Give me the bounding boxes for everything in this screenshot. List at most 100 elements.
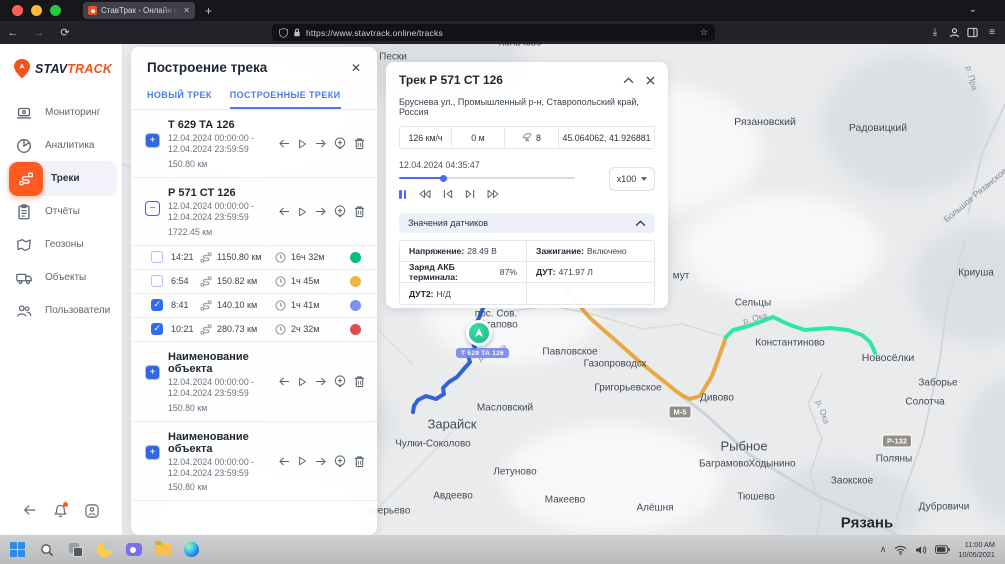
play-track-icon[interactable]: [298, 377, 307, 387]
track-item[interactable]: + Т 629 ТА 126 12.04.2024 00:00:00 - 12.…: [131, 110, 377, 178]
segment-checkbox[interactable]: [151, 299, 163, 311]
step-forward-button[interactable]: [465, 189, 475, 199]
expand-toggle[interactable]: +: [145, 445, 160, 460]
map-label: Кольчево: [498, 44, 541, 49]
wifi-icon[interactable]: [894, 545, 907, 555]
play-track-icon[interactable]: [298, 207, 307, 217]
next-point-icon[interactable]: [315, 139, 326, 148]
clock-icon: [275, 324, 286, 335]
collapse-sidebar-icon[interactable]: [23, 504, 37, 516]
focus-track-icon[interactable]: [334, 205, 346, 218]
tracking-shield-icon[interactable]: [279, 28, 288, 38]
sidebar-item-monitoring[interactable]: Мониторинг: [0, 96, 122, 129]
map-label: Чулки-Соколово: [395, 439, 470, 450]
play-track-icon[interactable]: [298, 139, 307, 149]
next-point-icon[interactable]: [315, 377, 326, 386]
window-close-button[interactable]: [12, 5, 23, 16]
collapse-toggle[interactable]: −: [145, 201, 160, 216]
focus-track-icon[interactable]: [334, 455, 346, 468]
track-segment-row[interactable]: 10:21 280.73 км 2ч 32м: [131, 318, 377, 342]
next-point-icon[interactable]: [315, 457, 326, 466]
sidebar-item-users[interactable]: Пользователи: [0, 294, 122, 327]
sidebar-item-tracks[interactable]: Треки: [0, 162, 122, 195]
delete-track-icon[interactable]: [354, 205, 365, 218]
prev-point-icon[interactable]: [279, 377, 290, 386]
rewind-button[interactable]: [418, 189, 431, 199]
start-button[interactable]: [8, 540, 27, 559]
next-point-icon[interactable]: [315, 207, 326, 216]
playback-speed-select[interactable]: x100: [609, 167, 655, 191]
sidebar-item-reports[interactable]: Отчёты: [0, 195, 122, 228]
window-minimize-button[interactable]: [31, 5, 42, 16]
delete-track-icon[interactable]: [354, 137, 365, 150]
slider-handle[interactable]: [440, 175, 447, 182]
sensors-section-header[interactable]: Значения датчиков: [399, 213, 655, 233]
expand-toggle[interactable]: +: [145, 365, 160, 380]
collapse-sensors-icon[interactable]: [635, 220, 646, 227]
bookmark-star-icon[interactable]: ☆: [700, 27, 708, 38]
account-icon[interactable]: [949, 27, 960, 38]
file-explorer-icon[interactable]: [153, 540, 172, 559]
browser-back-button[interactable]: ←: [0, 27, 26, 39]
search-icon[interactable]: [37, 540, 56, 559]
tray-chevron-icon[interactable]: ∧: [880, 544, 887, 555]
new-tab-button[interactable]: +: [205, 4, 212, 18]
track-segment-row[interactable]: 6:54 150.82 км 1ч 45м: [131, 270, 377, 294]
browser-forward-button[interactable]: →: [26, 27, 52, 39]
track-segment-row[interactable]: 14:21 1150.80 км 16ч 32м: [131, 246, 377, 270]
battery-icon[interactable]: [935, 545, 950, 554]
vehicle-marker[interactable]: [466, 320, 492, 346]
delete-track-icon[interactable]: [354, 375, 365, 388]
volume-icon[interactable]: [915, 545, 927, 555]
downloads-icon[interactable]: ⤓: [928, 27, 942, 38]
tab-built-tracks[interactable]: ПОСТРОЕННЫЕ ТРЕКИ: [230, 84, 341, 109]
track-item[interactable]: − Р 571 СТ 126 12.04.2024 00:00:00 - 12.…: [131, 178, 377, 246]
taskbar-clock[interactable]: 11:00 AM 10/05/2021: [958, 540, 995, 560]
step-back-button[interactable]: [443, 189, 453, 199]
expand-toggle[interactable]: +: [145, 133, 160, 148]
focus-track-icon[interactable]: [334, 375, 346, 388]
prev-point-icon[interactable]: [279, 457, 290, 466]
url-text[interactable]: https://www.stavtrack.online/tracks: [306, 28, 695, 38]
profile-icon[interactable]: [85, 504, 99, 518]
play-track-icon[interactable]: [298, 456, 307, 466]
lock-icon[interactable]: [293, 28, 301, 37]
night-mode-app-icon[interactable]: [95, 540, 114, 559]
browser-tab[interactable]: СтавТрак - Онлайн мониторин ✕: [83, 2, 195, 19]
edge-browser-icon[interactable]: [182, 540, 201, 559]
window-zoom-button[interactable]: [50, 5, 61, 16]
prev-point-icon[interactable]: [279, 139, 290, 148]
prev-point-icon[interactable]: [279, 207, 290, 216]
pause-button[interactable]: [399, 190, 406, 199]
sensor-cell: Напряжение:28.49 В: [400, 241, 527, 262]
browser-reload-button[interactable]: ⟳: [52, 26, 78, 39]
track-segment-row[interactable]: 8:41 140.10 км 1ч 41м: [131, 294, 377, 318]
close-panel-icon[interactable]: [646, 76, 655, 85]
tab-close-icon[interactable]: ✕: [183, 6, 190, 15]
video-app-icon[interactable]: [124, 540, 143, 559]
vehicle-marker-label[interactable]: Т 629 ТА 126: [456, 348, 509, 358]
segment-checkbox[interactable]: [151, 251, 163, 263]
tab-new-track[interactable]: НОВЫЙ ТРЕК: [147, 84, 212, 109]
fast-forward-button[interactable]: [487, 189, 500, 199]
task-view-icon[interactable]: [66, 540, 85, 559]
sidebar-item-objects[interactable]: Объекты: [0, 261, 122, 294]
sidebar-item-analytics[interactable]: Аналитика: [0, 129, 122, 162]
tabs-dropdown-icon[interactable]: ⌄: [969, 4, 977, 15]
window-controls[interactable]: [12, 5, 61, 16]
focus-track-icon[interactable]: [334, 137, 346, 150]
panel-close-icon[interactable]: ✕: [351, 61, 361, 75]
segment-checkbox[interactable]: [151, 323, 163, 335]
track-item[interactable]: + Наименование объекта 12.04.2024 00:00:…: [131, 342, 377, 422]
sidebar-toggle-icon[interactable]: [967, 27, 978, 38]
playback-slider[interactable]: [399, 177, 575, 179]
sidebar-item-geozones[interactable]: Геозоны: [0, 228, 122, 261]
map-label: Рязановский: [734, 116, 796, 128]
notifications-bell-icon[interactable]: [54, 504, 67, 523]
delete-track-icon[interactable]: [354, 455, 365, 468]
segment-checkbox[interactable]: [151, 275, 163, 287]
menu-icon[interactable]: ≡: [985, 27, 999, 38]
collapse-panel-icon[interactable]: [623, 77, 634, 84]
address-bar[interactable]: https://www.stavtrack.online/tracks ☆: [272, 24, 715, 41]
track-item[interactable]: + Наименование объекта 12.04.2024 00:00:…: [131, 422, 377, 502]
